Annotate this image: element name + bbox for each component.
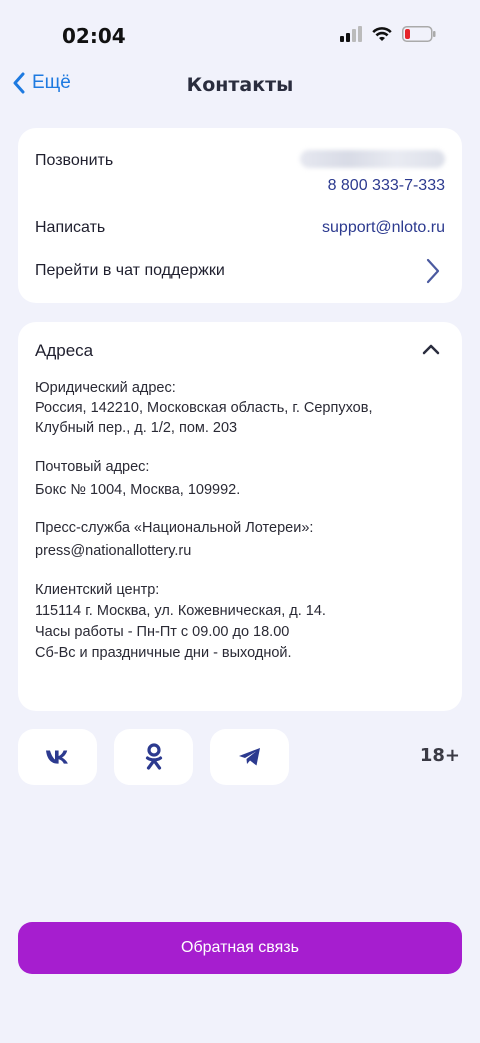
telegram-button[interactable]: [210, 729, 289, 785]
wifi-icon: [372, 26, 392, 41]
status-icons: [340, 26, 436, 42]
client-center-title: Клиентский центр:: [35, 582, 160, 598]
legal-address-title: Юридический адрес:: [35, 380, 176, 396]
client-center-address: 115114 г. Москва, ул. Кожевническая, д. …: [35, 603, 326, 619]
cellular-signal-icon: [340, 26, 362, 42]
client-center-hours: Часы работы - Пн-Пт с 09.00 до 18.00: [35, 624, 290, 640]
feedback-button[interactable]: Обратная связь: [18, 922, 462, 974]
age-rating-badge: 18+: [419, 745, 460, 766]
postal-address-title: Почтовый адрес:: [35, 459, 150, 475]
write-label: Написать: [35, 219, 106, 236]
legal-address-line1: Россия, 142210, Московская область, г. С…: [35, 400, 373, 416]
navigation-bar: Ещё Контакты: [0, 66, 480, 106]
vk-button[interactable]: [18, 729, 97, 785]
support-chat-row[interactable]: Перейти в чат поддержки: [18, 250, 462, 290]
battery-icon: [402, 26, 436, 42]
client-center: Клиентский центр: 115114 г. Москва, ул. …: [35, 580, 326, 664]
contacts-card: Позвонить 8 800 333-7-333 Написать suppo…: [18, 128, 462, 303]
press-service-title: Пресс-служба «Национальной Лотереи»:: [35, 520, 314, 536]
call-label: Позвонить: [35, 152, 114, 169]
odnoklassniki-button[interactable]: [114, 729, 193, 785]
chevron-up-icon: [422, 344, 440, 355]
page-title: Контакты: [186, 74, 294, 96]
addresses-card: Адреса Юридический адрес: Россия, 142210…: [18, 322, 462, 711]
support-chat-label: Перейти в чат поддержки: [35, 262, 225, 279]
vk-icon: [45, 750, 68, 764]
chevron-right-icon: [426, 258, 440, 284]
status-bar: 02:04: [0, 0, 480, 70]
support-email-link[interactable]: support@nloto.ru: [322, 219, 445, 237]
postal-address-line1: Бокс № 1004, Москва, 109992.: [35, 482, 241, 498]
addresses-header[interactable]: Адреса: [18, 322, 462, 378]
legal-address-line2: Клубный пер., д. 1/2, пом. 203: [35, 420, 238, 436]
feedback-button-label: Обратная связь: [181, 939, 299, 956]
addresses-title: Адреса: [35, 341, 94, 360]
press-service-email[interactable]: press@nationallottery.ru: [35, 541, 313, 561]
blurred-phone-number: [300, 150, 445, 168]
client-center-weekend: Сб-Вс и праздничные дни - выходной.: [35, 645, 292, 661]
legal-address: Юридический адрес: Россия, 142210, Моско…: [35, 378, 372, 438]
postal-address: Почтовый адрес: Бокс № 1004, Москва, 109…: [35, 457, 240, 500]
press-service: Пресс-служба «Национальной Лотереи»: pre…: [35, 518, 313, 561]
status-time: 02:04: [62, 24, 126, 48]
call-number-link[interactable]: 8 800 333-7-333: [328, 177, 445, 195]
telegram-icon: [238, 748, 260, 766]
odnoklassniki-icon: [145, 743, 162, 770]
